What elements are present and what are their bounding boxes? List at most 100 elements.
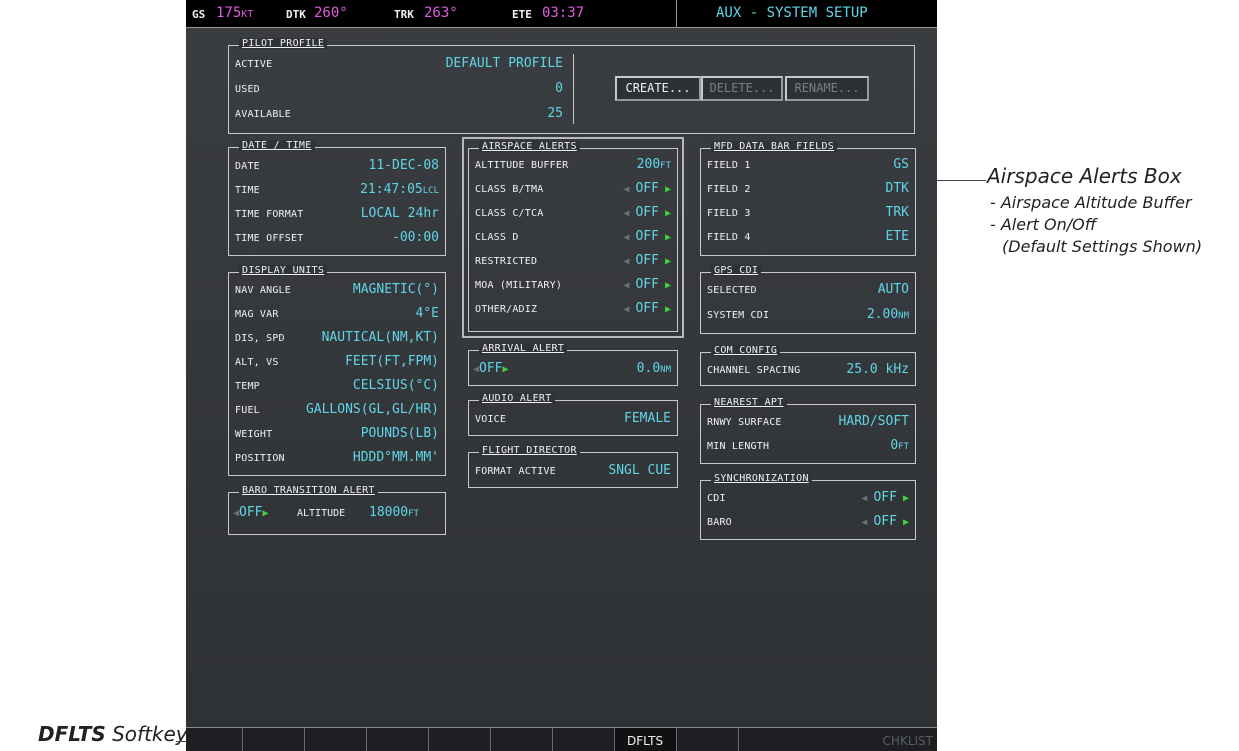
create-button[interactable]: CREATE... [615, 76, 701, 101]
time-row: TIME 21:47:05LCL [235, 182, 439, 200]
field-1-row: FIELD 1 GS [707, 157, 909, 175]
sync-baro-toggle[interactable]: ◀ OFF ▶ [861, 514, 909, 529]
field-1-label: FIELD 1 [707, 160, 751, 171]
position-value[interactable]: HDDD°MM.MM' [353, 450, 439, 465]
voice-value[interactable]: FEMALE [624, 411, 671, 426]
right-arrow-icon: ▶ [658, 304, 671, 315]
synchronization-title: SYNCHRONIZATION [711, 473, 812, 484]
softkey-4[interactable] [367, 728, 429, 751]
softkey-checklist[interactable]: CHKLIST [739, 728, 937, 751]
field-2-value[interactable]: DTK [886, 181, 909, 196]
temp-value[interactable]: CELSIUS(°C) [353, 378, 439, 393]
class-b-toggle[interactable]: ◀ OFF ▶ [623, 181, 671, 196]
date-time-title: DATE / TIME [239, 140, 315, 151]
active-profile-value[interactable]: DEFAULT PROFILE [446, 56, 563, 71]
runway-surface-label: RNWY SURFACE [707, 417, 782, 428]
right-arrow-icon: ▶ [502, 364, 509, 375]
field-4-label: FIELD 4 [707, 232, 751, 243]
baro-alert-toggle[interactable]: ◀OFF▶ [233, 505, 269, 520]
mag-var-value[interactable]: 4°E [416, 306, 439, 321]
softkey-dflts[interactable]: DFLTS [615, 728, 677, 751]
time-value[interactable]: 21:47:05LCL [360, 182, 439, 197]
baro-altitude-value[interactable]: 18000FT [369, 505, 419, 520]
nav-angle-row: NAV ANGLE MAGNETIC(°) [235, 282, 439, 300]
airspace-alerts-title: AIRSPACE ALERTS [479, 141, 580, 152]
system-cdi-value: 2.00NM [866, 307, 909, 322]
pilot-profile-box: PILOT PROFILE ACTIVE DEFAULT PROFILE USE… [228, 38, 915, 134]
field-1-value[interactable]: GS [893, 157, 909, 172]
arrival-alert-distance[interactable]: 0.0NM [637, 361, 671, 376]
min-length-label: MIN LENGTH [707, 441, 770, 452]
ete-value: 03:37 [542, 5, 585, 21]
weight-value[interactable]: POUNDS(LB) [361, 426, 439, 441]
time-offset-row: TIME OFFSET -00:00 [235, 230, 439, 248]
class-c-row: CLASS C/TCA ◀ OFF ▶ [475, 205, 671, 223]
time-format-label: TIME FORMAT [235, 209, 304, 220]
softkey-6[interactable] [491, 728, 553, 751]
cdi-selected-value[interactable]: AUTO [878, 282, 909, 297]
runway-surface-value[interactable]: HARD/SOFT [839, 414, 909, 429]
baro-transition-alert-box: BARO TRANSITION ALERT ◀OFF▶ ALTITUDE 180… [228, 485, 446, 535]
right-arrow-icon: ▶ [896, 493, 909, 504]
position-row: POSITION HDDD°MM.MM' [235, 450, 439, 468]
restricted-label: RESTRICTED [475, 256, 538, 267]
dis-spd-row: DIS, SPD NAUTICAL(NM,KT) [235, 330, 439, 348]
left-arrow-icon: ◀ [623, 208, 636, 219]
used-row: USED 0 [235, 81, 563, 99]
time-format-value[interactable]: LOCAL 24hr [361, 206, 439, 221]
system-cdi-row: SYSTEM CDI 2.00NM [707, 307, 909, 325]
softkey-2[interactable] [243, 728, 305, 751]
class-d-toggle[interactable]: ◀ OFF ▶ [623, 229, 671, 244]
nearest-apt-title: NEAREST APT [711, 397, 787, 408]
dis-spd-value[interactable]: NAUTICAL(NM,KT) [322, 330, 439, 345]
left-arrow-icon: ◀ [623, 280, 636, 291]
navigation-data-bar: GS 175KT DTK 260° TRK 263° ETE 03:37 AUX… [186, 0, 937, 28]
format-active-value[interactable]: SNGL CUE [608, 463, 671, 478]
delete-button[interactable]: DELETE... [701, 76, 783, 101]
alt-vs-value[interactable]: FEET(FT,FPM) [345, 354, 439, 369]
softkey-5[interactable] [429, 728, 491, 751]
field-4-value[interactable]: ETE [886, 229, 909, 244]
gps-cdi-box: GPS CDI SELECTED AUTO SYSTEM CDI 2.00NM [700, 265, 916, 334]
date-value[interactable]: 11-DEC-08 [369, 158, 439, 173]
softkey-9[interactable] [677, 728, 739, 751]
temp-row: TEMP CELSIUS(°C) [235, 378, 439, 396]
softkey-7[interactable] [553, 728, 615, 751]
fuel-value[interactable]: GALLONS(GL,GL/HR) [306, 402, 439, 417]
left-arrow-icon: ◀ [623, 256, 636, 267]
altitude-buffer-value[interactable]: 200FT [637, 157, 671, 172]
field-4-row: FIELD 4 ETE [707, 229, 909, 247]
page-title: AUX - SYSTEM SETUP [716, 5, 868, 21]
field-2-label: FIELD 2 [707, 184, 751, 195]
channel-spacing-value[interactable]: 25.0 kHz [846, 362, 909, 377]
class-d-label: CLASS D [475, 232, 519, 243]
other-adiz-toggle[interactable]: ◀ OFF ▶ [623, 301, 671, 316]
sync-baro-row: BARO ◀ OFF ▶ [707, 514, 909, 532]
airspace-annotation-line3: (Default Settings Shown) [1002, 237, 1203, 256]
flight-director-box: FLIGHT DIRECTOR FORMAT ACTIVE SNGL CUE [468, 445, 678, 488]
min-length-value[interactable]: 0FT [890, 438, 909, 453]
arrival-alert-title: ARRIVAL ALERT [479, 343, 568, 354]
dtk-label: DTK [286, 8, 306, 21]
softkey-3[interactable] [305, 728, 367, 751]
class-c-toggle[interactable]: ◀ OFF ▶ [623, 205, 671, 220]
time-offset-value[interactable]: -00:00 [392, 230, 439, 245]
nav-angle-value[interactable]: MAGNETIC(°) [353, 282, 439, 297]
fuel-label: FUEL [235, 405, 260, 416]
field-3-row: FIELD 3 TRK [707, 205, 909, 223]
field-3-value[interactable]: TRK [886, 205, 909, 220]
profile-divider [573, 54, 574, 124]
channel-spacing-row: CHANNEL SPACING 25.0 kHz [707, 362, 909, 380]
restricted-toggle[interactable]: ◀ OFF ▶ [623, 253, 671, 268]
dis-spd-label: DIS, SPD [235, 333, 285, 344]
moa-toggle[interactable]: ◀ OFF ▶ [623, 277, 671, 292]
com-config-box: COM CONFIG CHANNEL SPACING 25.0 kHz [700, 345, 916, 386]
softkey-1[interactable] [186, 728, 243, 751]
ete-label: ETE [512, 8, 532, 21]
arrival-alert-toggle[interactable]: ◀OFF▶ [473, 361, 509, 376]
weight-label: WEIGHT [235, 429, 273, 440]
moa-row: MOA (MILITARY) ◀ OFF ▶ [475, 277, 671, 295]
left-arrow-icon: ◀ [861, 493, 874, 504]
rename-button[interactable]: RENAME... [785, 76, 869, 101]
sync-cdi-toggle[interactable]: ◀ OFF ▶ [861, 490, 909, 505]
